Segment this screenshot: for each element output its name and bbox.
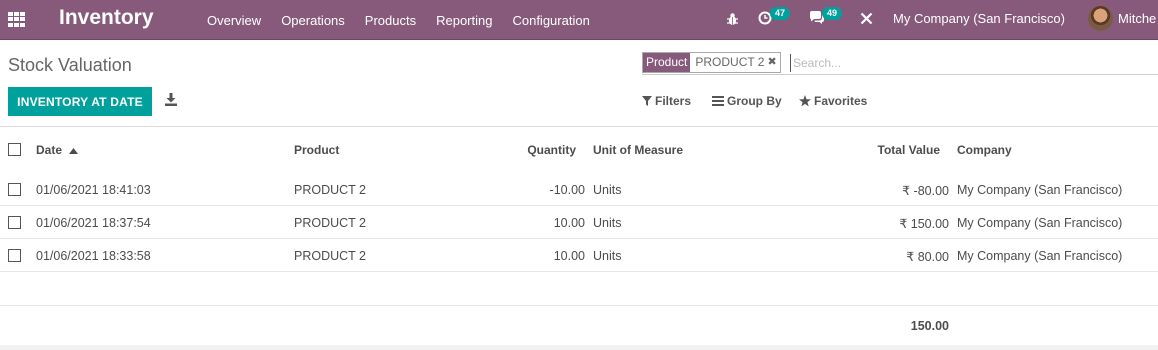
activity-count-badge: 47 [770, 7, 791, 20]
cell-unit-of-measure: Units [593, 216, 622, 230]
cell-total-value: ₹ 150.00 [899, 217, 949, 231]
user-avatar[interactable] [1088, 6, 1113, 31]
column-date-label: Date [36, 143, 63, 157]
table-footer: 150.00 [0, 305, 1158, 345]
column-company[interactable]: Company [957, 143, 1012, 157]
menu-configuration[interactable]: Configuration [512, 13, 589, 28]
user-menu[interactable]: Mitche [1118, 11, 1156, 26]
search-bar: Product PRODUCT 2 ✖ [642, 52, 1158, 75]
cell-product: PRODUCT 2 [294, 249, 367, 263]
sort-ascending-icon [69, 148, 79, 154]
inventory-at-date-button[interactable]: INVENTORY AT DATE [8, 87, 152, 116]
group-by-label: Group By [727, 94, 782, 108]
breadcrumb: Stock Valuation [8, 55, 132, 75]
menu-reporting[interactable]: Reporting [436, 13, 492, 28]
facet-label: Product [643, 53, 691, 72]
star-icon [799, 95, 811, 107]
select-all-checkbox[interactable] [8, 143, 21, 156]
list-bars-icon [712, 96, 724, 106]
column-date[interactable]: Date [36, 143, 79, 157]
message-count-badge: 49 [822, 7, 843, 20]
cell-quantity: 10.00 [553, 249, 585, 263]
cell-company: My Company (San Francisco) [957, 216, 1123, 230]
cell-date: 01/06/2021 18:41:03 [36, 183, 151, 197]
app-title[interactable]: Inventory [59, 6, 154, 30]
tools-close-icon[interactable] [860, 12, 873, 25]
group-by-dropdown[interactable]: Group By [712, 94, 782, 108]
cell-unit-of-measure: Units [593, 249, 622, 263]
bottom-strip [0, 345, 1158, 350]
search-facet: Product PRODUCT 2 ✖ [642, 52, 781, 73]
facet-value: PRODUCT 2 [690, 53, 768, 72]
main-menu: Overview Operations Products Reporting C… [207, 0, 610, 40]
row-checkbox[interactable] [8, 216, 21, 229]
table-header: Date Product Quantity Unit of Measure To… [0, 127, 1158, 173]
column-total-value[interactable]: Total Value [850, 143, 940, 157]
debug-bug-icon[interactable] [726, 12, 739, 26]
cell-product: PRODUCT 2 [294, 216, 367, 230]
cell-date: 01/06/2021 18:33:58 [36, 249, 151, 263]
cell-total-value: ₹ 80.00 [906, 250, 949, 264]
favorites-label: Favorites [814, 94, 868, 108]
filters-label: Filters [655, 94, 692, 108]
facet-remove-icon[interactable]: ✖ [767, 53, 779, 72]
column-quantity[interactable]: Quantity [500, 143, 576, 157]
cell-unit-of-measure: Units [593, 183, 622, 197]
column-unit-of-measure[interactable]: Unit of Measure [593, 143, 683, 157]
filters-dropdown[interactable]: Filters [642, 94, 691, 108]
download-icon[interactable] [165, 93, 177, 106]
menu-operations[interactable]: Operations [281, 13, 345, 28]
cell-date: 01/06/2021 18:37:54 [36, 216, 151, 230]
table-row[interactable]: 01/06/2021 18:37:54 PRODUCT 2 10.00 Unit… [0, 206, 1158, 239]
column-product[interactable]: Product [294, 143, 339, 157]
menu-overview[interactable]: Overview [207, 13, 261, 28]
company-switcher[interactable]: My Company (San Francisco) [893, 11, 1065, 26]
cell-company: My Company (San Francisco) [957, 183, 1123, 197]
row-checkbox[interactable] [8, 249, 21, 262]
cell-quantity: -10.00 [549, 183, 585, 197]
cell-product: PRODUCT 2 [294, 183, 367, 197]
filter-icon [642, 96, 652, 106]
total-value-sum: 150.00 [910, 319, 949, 333]
search-input[interactable] [790, 54, 1150, 72]
cell-total-value: ₹ -80.00 [902, 184, 949, 198]
table-row[interactable]: 01/06/2021 18:41:03 PRODUCT 2 -10.00 Uni… [0, 173, 1158, 206]
top-navbar: Inventory Overview Operations Products R… [0, 0, 1158, 40]
cell-company: My Company (San Francisco) [957, 249, 1123, 263]
table-row[interactable]: 01/06/2021 18:33:58 PRODUCT 2 10.00 Unit… [0, 239, 1158, 272]
cell-quantity: 10.00 [553, 216, 585, 230]
menu-products[interactable]: Products [365, 13, 416, 28]
row-checkbox[interactable] [8, 183, 21, 196]
favorites-dropdown[interactable]: Favorites [799, 94, 867, 108]
apps-menu-icon[interactable] [8, 12, 25, 27]
